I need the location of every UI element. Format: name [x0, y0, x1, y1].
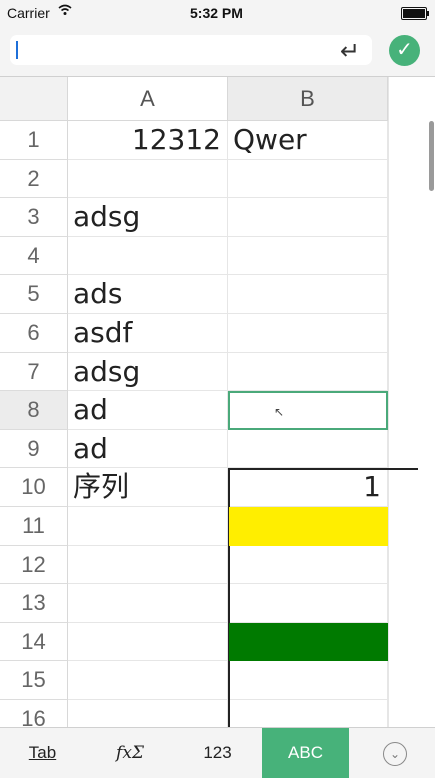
cell-a15[interactable]	[68, 661, 228, 700]
row-header-5[interactable]: 5	[0, 275, 68, 314]
row-header-9[interactable]: 9	[0, 429, 68, 469]
vertical-scrollbar[interactable]	[429, 121, 434, 191]
cell-a11[interactable]	[68, 507, 228, 546]
row-header-14[interactable]: 14	[0, 622, 68, 662]
function-key[interactable]: fxΣ	[90, 728, 170, 778]
column-header-b[interactable]: B	[228, 77, 388, 121]
cell-b2[interactable]	[228, 159, 388, 199]
row-header-12[interactable]: 12	[0, 545, 68, 585]
selected-cell-outline[interactable]	[228, 391, 388, 430]
formula-input[interactable]: ↵	[10, 35, 372, 65]
column-header-a[interactable]: A	[68, 77, 228, 121]
cell-a14[interactable]	[68, 622, 228, 662]
formula-bar: ↵ ✓	[0, 26, 435, 77]
battery-icon	[401, 7, 429, 20]
return-arrow-icon[interactable]: ↵	[340, 37, 360, 66]
cell-a2[interactable]	[68, 159, 228, 199]
select-all-corner[interactable]	[0, 77, 68, 121]
cell-a1[interactable]: 12312	[68, 121, 228, 160]
cell-a16[interactable]	[68, 700, 228, 727]
row-header-6[interactable]: 6	[0, 314, 68, 353]
row-header-7[interactable]: 7	[0, 352, 68, 392]
row-header-15[interactable]: 15	[0, 661, 68, 700]
cell-b5[interactable]	[228, 275, 388, 314]
cell-a10[interactable]: 序列	[68, 468, 228, 507]
clock: 5:32 PM	[190, 5, 243, 21]
cell-b9[interactable]	[228, 429, 388, 469]
row-header-11[interactable]: 11	[0, 507, 68, 546]
keyboard-accessory-bar: Tab fxΣ 123 ABC ⌄	[0, 727, 435, 778]
cell-a4[interactable]	[68, 236, 228, 276]
cell-a12[interactable]	[68, 545, 228, 585]
cell-b6[interactable]	[228, 314, 388, 353]
cell-b1[interactable]: Qwer	[228, 121, 388, 160]
spreadsheet-grid[interactable]: A B 1 12312 Qwer 2 3 adsg 4 5 ads 6 asdf 7 adsg 8 ad 9 ad 1…	[0, 77, 435, 727]
cell-a7[interactable]: adsg	[68, 352, 228, 392]
row-header-13[interactable]: 13	[0, 584, 68, 623]
cell-a8[interactable]: ad	[68, 391, 228, 430]
row-header-10[interactable]: 10	[0, 468, 68, 507]
row-header-8[interactable]: 8	[0, 391, 68, 430]
checkmark-icon[interactable]: ✓	[389, 35, 420, 66]
row-header-4[interactable]: 4	[0, 236, 68, 276]
row-header-1[interactable]: 1	[0, 121, 68, 160]
tab-key[interactable]: Tab	[10, 728, 75, 778]
wifi-icon	[58, 4, 72, 19]
cell-a13[interactable]	[68, 584, 228, 623]
alpha-keyboard-key[interactable]: ABC	[262, 728, 349, 778]
cell-a5[interactable]: ads	[68, 275, 228, 314]
row-header-3[interactable]: 3	[0, 198, 68, 237]
numeric-keyboard-key[interactable]: 123	[180, 728, 255, 778]
cursor-pointer-icon: ↖	[274, 405, 285, 420]
row-header-2[interactable]: 2	[0, 159, 68, 199]
cell-a9[interactable]: ad	[68, 429, 228, 469]
row-header-16[interactable]: 16	[0, 700, 68, 727]
cell-a3[interactable]: adsg	[68, 198, 228, 237]
green-bar	[229, 622, 388, 662]
cell-a6[interactable]: asdf	[68, 314, 228, 353]
cell-b3[interactable]	[228, 198, 388, 237]
cell-b4[interactable]	[228, 236, 388, 276]
battery-fill	[403, 9, 425, 18]
collapse-keyboard-button[interactable]: ⌄	[370, 728, 420, 778]
carrier-label: Carrier	[7, 5, 50, 21]
cell-b7[interactable]	[228, 352, 388, 392]
yellow-bar	[229, 507, 388, 546]
chevron-down-icon: ⌄	[383, 741, 407, 766]
text-caret	[16, 41, 18, 59]
status-bar: Carrier 5:32 PM	[0, 0, 435, 26]
